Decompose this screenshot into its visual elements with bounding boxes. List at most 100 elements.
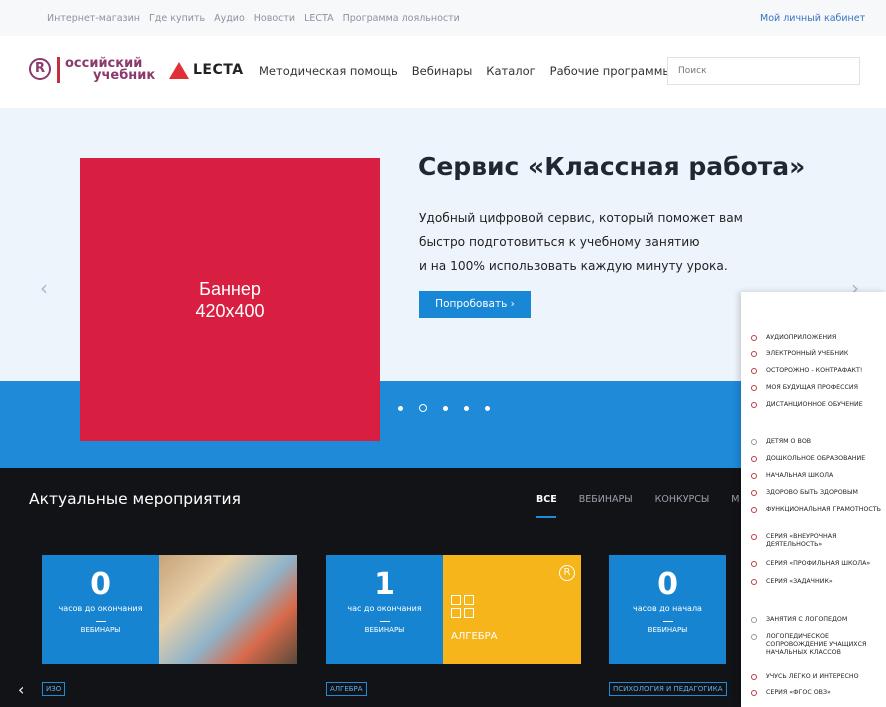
banner-label: Баннер [199, 278, 261, 299]
bullet-icon [751, 634, 757, 640]
side-item-label: Электронный учебник [766, 350, 849, 357]
event-count-label: часов до окончания [58, 604, 143, 613]
hero-text-line-2: быстро подготовиться к учебному занятию [419, 235, 700, 249]
hero-description: Удобный цифровой сервис, который поможет… [419, 206, 779, 278]
side-item[interactable]: Серия «ФГОС ОВЗ» [751, 689, 886, 697]
hero-text-line-3: и на 100% использовать каждую минуту уро… [419, 259, 728, 273]
nav-work-programs[interactable]: Рабочие программы [550, 64, 672, 78]
event-count-label: час до окончания [347, 604, 422, 613]
bullet-icon [751, 473, 757, 479]
algebra-grid-icon [451, 595, 474, 618]
side-item[interactable]: Занятия с логопедом [751, 616, 886, 624]
event-count: 0 [90, 567, 111, 602]
side-item-label: Серия «Профильная школа» [766, 560, 871, 567]
side-item[interactable]: Электронный учебник [751, 350, 886, 358]
slider-dot[interactable] [398, 405, 403, 411]
event-image-art [159, 555, 297, 664]
bullet-icon [751, 690, 757, 696]
side-item-label: Осторожно - контрафакт! [766, 367, 863, 374]
try-button[interactable]: Попробовать › [419, 291, 531, 318]
event-card[interactable]: 0 часов до начала ВЕБИНАРЫ [609, 555, 726, 664]
event-counter: 1 час до окончания ВЕБИНАРЫ [326, 555, 443, 664]
bullet-icon [751, 368, 757, 374]
filter-all[interactable]: ВСЕ [536, 494, 557, 505]
side-item-label: Учусь легко и интересно [766, 673, 859, 680]
side-item-label: Детям о ВОВ [766, 438, 812, 445]
search-input[interactable] [667, 57, 860, 85]
bullet-icon [751, 402, 757, 408]
event-count-label: часов до начала [633, 604, 702, 613]
rosuchebnik-logo-icon[interactable]: R [29, 58, 51, 80]
r-badge-icon: R [559, 565, 575, 581]
side-item[interactable]: Осторожно - контрафакт! [751, 367, 886, 375]
event-type: ВЕБИНАРЫ [647, 626, 688, 634]
slider-dot[interactable] [485, 405, 490, 411]
side-item[interactable]: Детям о ВОВ [751, 438, 886, 446]
lecta-logo-icon[interactable] [169, 62, 189, 79]
banner-placeholder[interactable]: Баннер 420х400 [80, 158, 380, 441]
side-item[interactable]: Здорово быть здоровым [751, 489, 886, 497]
top-link-audio[interactable]: Аудио [214, 13, 245, 24]
filter-active-underline [536, 516, 556, 518]
filter-more[interactable]: М [731, 494, 739, 505]
side-item[interactable]: Дошкольное образование [751, 455, 886, 463]
rosuchebnik-logo[interactable]: оссийский учебник [65, 57, 156, 83]
filter-webinars[interactable]: ВЕБИНАРЫ [579, 494, 633, 505]
side-item[interactable]: Логопедическое сопровождение учащихся на… [751, 633, 886, 657]
side-item-label: Серия «ФГОС ОВЗ» [766, 689, 831, 696]
side-item-label: Логопедическое сопровождение учащихся на… [766, 633, 867, 656]
bullet-icon [751, 490, 757, 496]
side-item[interactable]: Начальная школа [751, 472, 886, 480]
slider-dot-active[interactable] [419, 404, 427, 412]
event-tag[interactable]: ИЗО [42, 682, 66, 696]
lecta-logo[interactable]: LECTA [193, 62, 244, 78]
nav-catalog[interactable]: Каталог [486, 64, 535, 78]
event-type: ВЕБИНАРЫ [364, 626, 405, 634]
logo-divider [57, 57, 60, 83]
side-item[interactable]: Моя будущая профессия [751, 384, 886, 392]
event-card[interactable]: 1 час до окончания ВЕБИНАРЫ R АЛГЕБРА [326, 555, 581, 664]
slider-dot[interactable] [464, 405, 469, 411]
side-item[interactable]: Серия «Внеурочная деятельность» [751, 533, 886, 549]
side-item[interactable]: Функциональная грамотность [751, 506, 886, 514]
personal-cabinet-link[interactable]: Мой личный кабинет [760, 13, 865, 24]
slider-dot[interactable] [443, 405, 448, 411]
side-item-label: Функциональная грамотность [766, 506, 881, 513]
filter-contests[interactable]: КОНКУРСЫ [655, 494, 710, 505]
side-item-label: Здорово быть здоровым [766, 489, 858, 496]
side-item[interactable]: Серия «Задачник» [751, 578, 886, 586]
side-item[interactable]: Дистанционное обучение [751, 401, 886, 409]
top-link-news[interactable]: Новости [254, 13, 295, 24]
logo-line-2: учебник [93, 68, 156, 83]
bullet-icon [751, 385, 757, 391]
slider-prev-icon[interactable]: ‹ [40, 276, 48, 300]
top-link-shop[interactable]: Интернет-магазин [47, 13, 140, 24]
nav-webinars[interactable]: Вебинары [412, 64, 472, 78]
side-item[interactable]: Серия «Профильная школа» [751, 560, 886, 568]
top-link-lecta[interactable]: LECTA [304, 13, 334, 24]
event-tag[interactable]: ПСИХОЛОГИЯ И ПЕДАГОГИКА [609, 682, 727, 696]
side-item-label: Серия «Задачник» [766, 578, 833, 585]
side-menu-panel: Аудиоприложения Электронный учебник Осто… [741, 292, 886, 707]
side-item[interactable]: Аудиоприложения [751, 334, 886, 342]
side-item-label: Аудиоприложения [766, 334, 837, 341]
side-item[interactable]: Учусь легко и интересно [751, 673, 886, 681]
event-card[interactable]: 0 часов до окончания ВЕБИНАРЫ [42, 555, 297, 664]
bullet-icon [751, 456, 757, 462]
hero-text-line-1: Удобный цифровой сервис, который поможет… [419, 211, 743, 225]
bullet-icon [751, 351, 757, 357]
bullet-icon [751, 674, 757, 680]
bullet-icon [751, 617, 757, 623]
top-link-loyalty[interactable]: Программа лояльности [343, 13, 460, 24]
events-prev-icon[interactable]: ‹ [18, 680, 24, 699]
event-image-text: АЛГЕБРА [451, 631, 498, 642]
event-tag[interactable]: АЛГЕБРА [326, 682, 367, 696]
events-filters: ВСЕ ВЕБИНАРЫ КОНКУРСЫ М [536, 494, 739, 505]
bullet-icon [751, 561, 757, 567]
event-counter: 0 часов до окончания ВЕБИНАРЫ [42, 555, 159, 664]
side-item-label: Начальная школа [766, 472, 834, 479]
nav-methodical-help[interactable]: Методическая помощь [259, 64, 398, 78]
event-divider [379, 621, 390, 622]
events-title: Актуальные мероприятия [29, 490, 241, 508]
top-link-where-to-buy[interactable]: Где купить [149, 13, 205, 24]
